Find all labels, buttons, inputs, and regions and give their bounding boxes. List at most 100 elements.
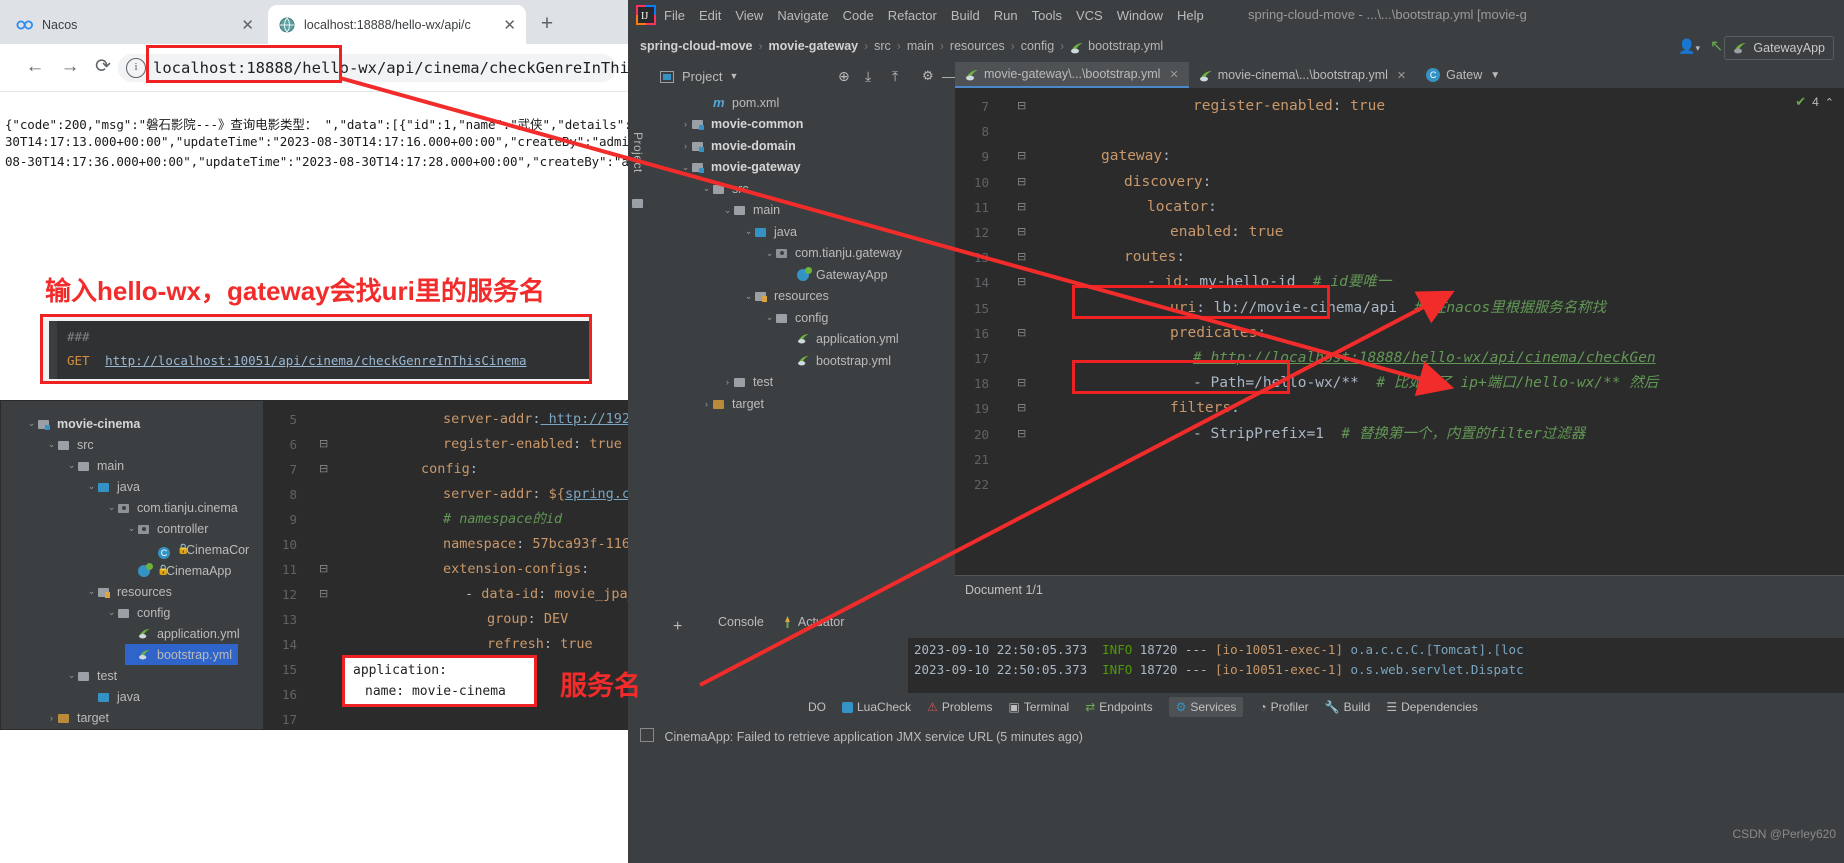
disclosure-arrow-icon[interactable]: ›	[721, 377, 734, 387]
breadcrumb-resources[interactable]: resources	[950, 39, 1005, 53]
code-line[interactable]: locator:	[1147, 195, 1217, 220]
tree-node-com-tianju-cinema[interactable]: ⌄com.tianju.cinema	[105, 497, 238, 518]
code-line[interactable]: uri: lb://movie-cinema/api # 在nacos里根据服务…	[1170, 296, 1606, 321]
close-icon[interactable]: ✕	[1169, 68, 1178, 81]
locate-icon[interactable]: ⊕	[838, 68, 850, 85]
code-fold-icon[interactable]: ⊟	[1017, 220, 1026, 245]
disclosure-arrow-icon[interactable]: ⌄	[85, 481, 98, 492]
console-tab-console[interactable]: Console	[718, 615, 764, 629]
close-icon[interactable]: ✕	[1397, 69, 1406, 82]
info-icon[interactable]: i	[126, 58, 146, 78]
code-line[interactable]: - StripPrefix=1 # 替换第一个，内置的filter过滤器	[1193, 422, 1585, 447]
menu-view[interactable]: View	[735, 8, 763, 23]
code-fold-icon[interactable]: ⊟	[319, 582, 328, 607]
menu-window[interactable]: Window	[1117, 8, 1163, 23]
code-line[interactable]: extension-configs:	[443, 557, 589, 582]
update-arrow-icon[interactable]: ↖	[1710, 36, 1723, 56]
menu-code[interactable]: Code	[843, 8, 874, 23]
breadcrumb-src[interactable]: src	[874, 39, 891, 53]
code-line[interactable]: - id: my-hello-id # id要唯一	[1147, 270, 1391, 295]
code-fold-icon[interactable]: ⊟	[1017, 371, 1026, 396]
tree-node-config[interactable]: ⌄config	[763, 307, 828, 328]
menu-vcs[interactable]: VCS	[1076, 8, 1103, 23]
code-line[interactable]: enabled: true	[1170, 220, 1284, 245]
code-line[interactable]: predicates:	[1170, 321, 1266, 346]
menu-help[interactable]: Help	[1177, 8, 1204, 23]
disclosure-arrow-icon[interactable]: ⌄	[65, 670, 78, 681]
breadcrumb-config[interactable]: config	[1021, 39, 1054, 53]
code-line[interactable]: discovery:	[1124, 170, 1211, 195]
disclosure-arrow-icon[interactable]: ⌄	[105, 502, 118, 513]
tree-node-java[interactable]: java	[85, 686, 140, 707]
add-console-icon[interactable]: +	[673, 618, 682, 636]
tree-node-bootstrap-yml[interactable]: bootstrap.yml	[125, 644, 238, 665]
disclosure-arrow-icon[interactable]: ›	[679, 119, 692, 129]
tree-node-movie-domain[interactable]: ›movie-domain	[679, 135, 796, 156]
code-fold-icon[interactable]: ⊟	[319, 457, 328, 482]
tree-node-application-yml[interactable]: application.yml	[125, 623, 240, 644]
disclosure-arrow-icon[interactable]: ⌄	[125, 523, 138, 534]
disclosure-arrow-icon[interactable]: ⌄	[679, 162, 692, 173]
menu-edit[interactable]: Edit	[699, 8, 721, 23]
status-item-build[interactable]: 🔧 Build	[1325, 700, 1371, 714]
tree-node-src[interactable]: ⌄src	[700, 178, 749, 199]
disclosure-arrow-icon[interactable]: ›	[700, 399, 713, 409]
breadcrumb-main[interactable]: main	[907, 39, 934, 53]
editor-code-area[interactable]: ✔ 4 ⌃ 7⊟register-enabled: true89⊟gateway…	[955, 88, 1844, 602]
code-fold-icon[interactable]: ⊟	[319, 557, 328, 582]
tree-node-movie-gateway[interactable]: ⌄movie-gateway	[679, 157, 801, 178]
status-item-terminal[interactable]: ▣ Terminal	[1009, 700, 1070, 714]
menu-tools[interactable]: Tools	[1032, 8, 1062, 23]
code-fold-icon[interactable]: ⊟	[1017, 94, 1026, 119]
chevron-down-icon[interactable]: ▼	[729, 71, 738, 81]
tree-node-target[interactable]: ›target	[700, 393, 764, 414]
menu-run[interactable]: Run	[994, 8, 1018, 23]
code-fold-icon[interactable]: ⊟	[1017, 170, 1026, 195]
toolwindow-project-button[interactable]: Project	[631, 132, 645, 173]
code-line[interactable]: filters:	[1170, 396, 1240, 421]
browser-tab-gateway[interactable]: localhost:18888/hello-wx/api/c ✕	[268, 5, 526, 44]
disclosure-arrow-icon[interactable]: ⌄	[763, 248, 776, 259]
status-item-luacheck[interactable]: LuaCheck	[842, 700, 911, 714]
http-url-link[interactable]: http://localhost:10051/api/cinema/checkG…	[105, 353, 526, 368]
close-icon[interactable]: ✕	[241, 16, 254, 34]
reload-button[interactable]: ⟳	[90, 54, 116, 80]
code-line[interactable]: register-enabled: true	[1193, 94, 1385, 119]
tree-node-movie-cinema[interactable]: ⌄movie-cinema	[25, 413, 140, 434]
tree-node-target[interactable]: ›target	[45, 707, 109, 728]
disclosure-arrow-icon[interactable]: ⌄	[763, 312, 776, 323]
back-button[interactable]: ←	[22, 54, 48, 80]
code-line[interactable]: routes:	[1124, 245, 1185, 270]
code-line[interactable]: gateway:	[1101, 144, 1171, 169]
tree-node-gatewayapp[interactable]: GatewayApp	[784, 264, 888, 285]
disclosure-arrow-icon[interactable]: ⌄	[25, 418, 38, 429]
tree-node-resources[interactable]: ⌄resources	[742, 286, 829, 307]
chevron-down-icon[interactable]: ▼	[1490, 70, 1500, 81]
code-line[interactable]: group: DEV	[487, 607, 568, 632]
tree-node-com-tianju-gateway[interactable]: ⌄com.tianju.gateway	[763, 243, 902, 264]
code-fold-icon[interactable]: ⊟	[1017, 195, 1026, 220]
menu-refactor[interactable]: Refactor	[888, 8, 937, 23]
tree-node-java[interactable]: ⌄java	[85, 476, 140, 497]
tree-node-bootstrap-yml[interactable]: bootstrap.yml	[784, 350, 891, 371]
disclosure-arrow-icon[interactable]: ⌄	[700, 183, 713, 194]
browser-tab-nacos[interactable]: Nacos ✕	[6, 5, 264, 44]
code-fold-icon[interactable]: ⊟	[319, 432, 328, 457]
checkbox-icon[interactable]	[640, 728, 654, 742]
tree-node-resources[interactable]: ⌄resources	[85, 581, 172, 602]
breadcrumb-file[interactable]: bootstrap.yml	[1088, 39, 1163, 53]
disclosure-arrow-icon[interactable]: ›	[45, 713, 58, 723]
disclosure-arrow-icon[interactable]: ⌄	[742, 291, 755, 302]
status-item-profiler[interactable]: ◔ Profiler	[1259, 700, 1308, 714]
disclosure-arrow-icon[interactable]: ⌄	[45, 439, 58, 450]
code-fold-icon[interactable]: ⊟	[1017, 396, 1026, 421]
close-icon[interactable]: ✕	[503, 16, 516, 34]
status-item-endpoints[interactable]: ⇄ Endpoints	[1085, 700, 1152, 714]
disclosure-arrow-icon[interactable]: ⌄	[65, 460, 78, 471]
tree-node-cinemacor[interactable]: C🔒CinemaCor	[145, 539, 249, 560]
code-line[interactable]: - Path=/hello-wx/** # 比如输了 ip+端口/hello-w…	[1193, 371, 1658, 396]
tree-node-test[interactable]: ›test	[721, 372, 773, 393]
menu-file[interactable]: File	[664, 8, 685, 23]
code-line[interactable]: # namespace的id	[443, 507, 562, 532]
editor-tab-gateway-bootstrap[interactable]: movie-gateway\...\bootstrap.yml ✕	[955, 62, 1189, 88]
